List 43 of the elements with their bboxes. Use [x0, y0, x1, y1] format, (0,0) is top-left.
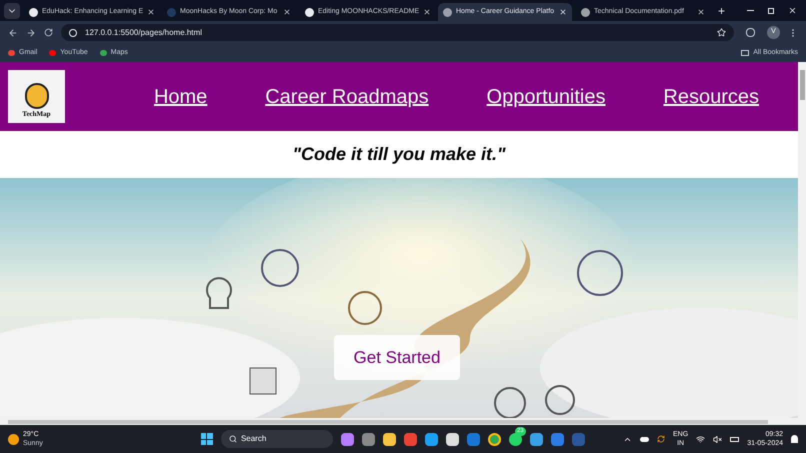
close-icon[interactable] [283, 8, 291, 16]
favicon-icon [305, 8, 314, 16]
search-label: Search [240, 433, 266, 445]
search-icon [228, 435, 237, 443]
get-started-button[interactable]: Get Started [334, 334, 460, 380]
speaker-icon[interactable] [713, 434, 722, 444]
close-icon[interactable] [559, 8, 567, 16]
url-text: 127.0.0.1:5500/pages/home.html [85, 26, 203, 38]
taskbar-app-icon[interactable] [424, 432, 438, 446]
nav-link[interactable]: Career Roadmaps [265, 82, 429, 112]
tab-search-icon[interactable] [4, 2, 20, 18]
forward-icon[interactable] [26, 28, 36, 38]
close-window-icon[interactable] [788, 6, 797, 15]
tagline: "Code it till you make it." [292, 143, 506, 166]
sync-icon [657, 435, 666, 443]
horizontal-scrollbar[interactable] [0, 418, 798, 425]
wifi-icon[interactable] [696, 434, 706, 444]
taskbar-app-icon[interactable] [340, 432, 354, 446]
info-icon [69, 28, 77, 36]
nav-link[interactable]: Home [154, 82, 208, 112]
favicon-icon [581, 8, 590, 16]
star-icon[interactable] [717, 28, 726, 37]
reload-icon[interactable] [44, 28, 53, 37]
windows-start-icon[interactable] [200, 433, 213, 445]
taskbar-search[interactable]: Search [220, 430, 333, 448]
back-icon[interactable] [8, 28, 18, 38]
taskbar-app-icon[interactable] [530, 432, 543, 446]
vertical-scrollbar[interactable] [798, 62, 806, 425]
favicon-icon [29, 8, 38, 16]
address-bar[interactable]: 127.0.0.1:5500/pages/home.html [61, 24, 734, 41]
battery-icon[interactable] [730, 436, 740, 442]
close-icon[interactable] [147, 8, 156, 16]
taskbar-app-icon[interactable] [382, 432, 396, 446]
sun-icon [8, 434, 19, 444]
nav-link[interactable]: Opportunities [486, 82, 606, 112]
close-icon[interactable] [697, 8, 705, 16]
taskbar-app-icon[interactable] [446, 432, 459, 446]
favicon-icon [167, 8, 176, 16]
new-tab-button[interactable]: + [714, 2, 730, 20]
favicon-icon [443, 8, 452, 16]
nav-link[interactable]: Resources [663, 82, 760, 112]
close-icon[interactable] [423, 8, 432, 16]
restore-icon[interactable] [768, 8, 774, 14]
